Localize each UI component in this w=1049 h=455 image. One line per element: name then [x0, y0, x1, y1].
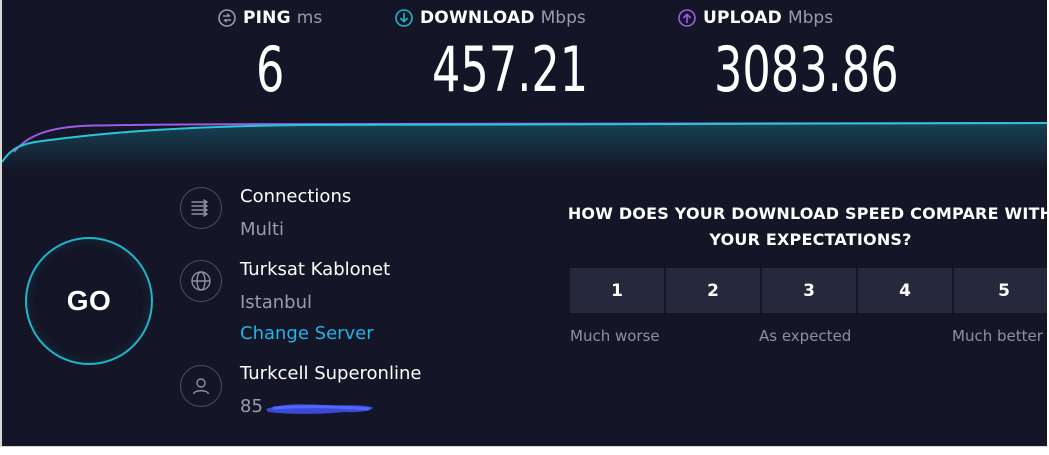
go-label: GO — [66, 285, 112, 316]
upload-arrow-icon — [678, 9, 696, 27]
scale-label-high: Much better — [952, 327, 1043, 345]
speedtest-panel: PING ms 6 DOWNLOAD Mbps 457.21 UPLOAD Mb… — [0, 0, 1047, 447]
rating-button-4[interactable]: 4 — [858, 268, 952, 313]
ping-value: 6 — [256, 33, 285, 106]
change-server-link[interactable]: Change Server — [240, 323, 374, 344]
speed-graph — [2, 122, 1047, 172]
server-name: Turksat Kablonet — [240, 259, 391, 280]
ping-label: PING — [243, 8, 291, 28]
upload-label: UPLOAD — [703, 8, 782, 28]
connections-value: Multi — [240, 219, 284, 240]
user-icon — [180, 365, 222, 407]
download-label: DOWNLOAD — [420, 8, 535, 28]
connections-title: Connections — [240, 186, 352, 207]
globe-icon — [180, 260, 222, 302]
download-unit: Mbps — [540, 8, 586, 28]
ping-unit: ms — [296, 8, 323, 28]
upload-unit: Mbps — [787, 8, 834, 28]
rating-button-3[interactable]: 3 — [762, 268, 856, 313]
ping-header: PING ms — [218, 7, 322, 29]
survey-question: HOW DOES YOUR DOWNLOAD SPEED COMPARE WIT… — [567, 204, 1047, 249]
upload-header: UPLOAD Mbps — [678, 7, 833, 29]
ping-icon — [218, 9, 236, 27]
server-location: Istanbul — [240, 292, 313, 313]
go-button[interactable]: GO — [25, 237, 153, 365]
download-header: DOWNLOAD Mbps — [395, 7, 586, 29]
rating-button-5[interactable]: 5 — [954, 268, 1047, 313]
upload-value: 3083.86 — [714, 33, 899, 106]
rating-scale: 1 2 3 4 5 — [570, 268, 1047, 313]
screen: PING ms 6 DOWNLOAD Mbps 457.21 UPLOAD Mb… — [0, 0, 1049, 455]
download-value: 457.21 — [432, 33, 589, 106]
ip-redaction-scribble — [266, 404, 373, 414]
connections-arrows-icon — [180, 187, 222, 229]
rating-button-1[interactable]: 1 — [570, 268, 664, 313]
download-arrow-icon — [395, 9, 413, 27]
scale-label-mid: As expected — [759, 327, 852, 345]
provider-ip: 85 — [240, 396, 263, 417]
rating-button-2[interactable]: 2 — [666, 268, 760, 313]
scale-label-low: Much worse — [570, 327, 660, 345]
provider-name: Turkcell Superonline — [240, 363, 422, 384]
